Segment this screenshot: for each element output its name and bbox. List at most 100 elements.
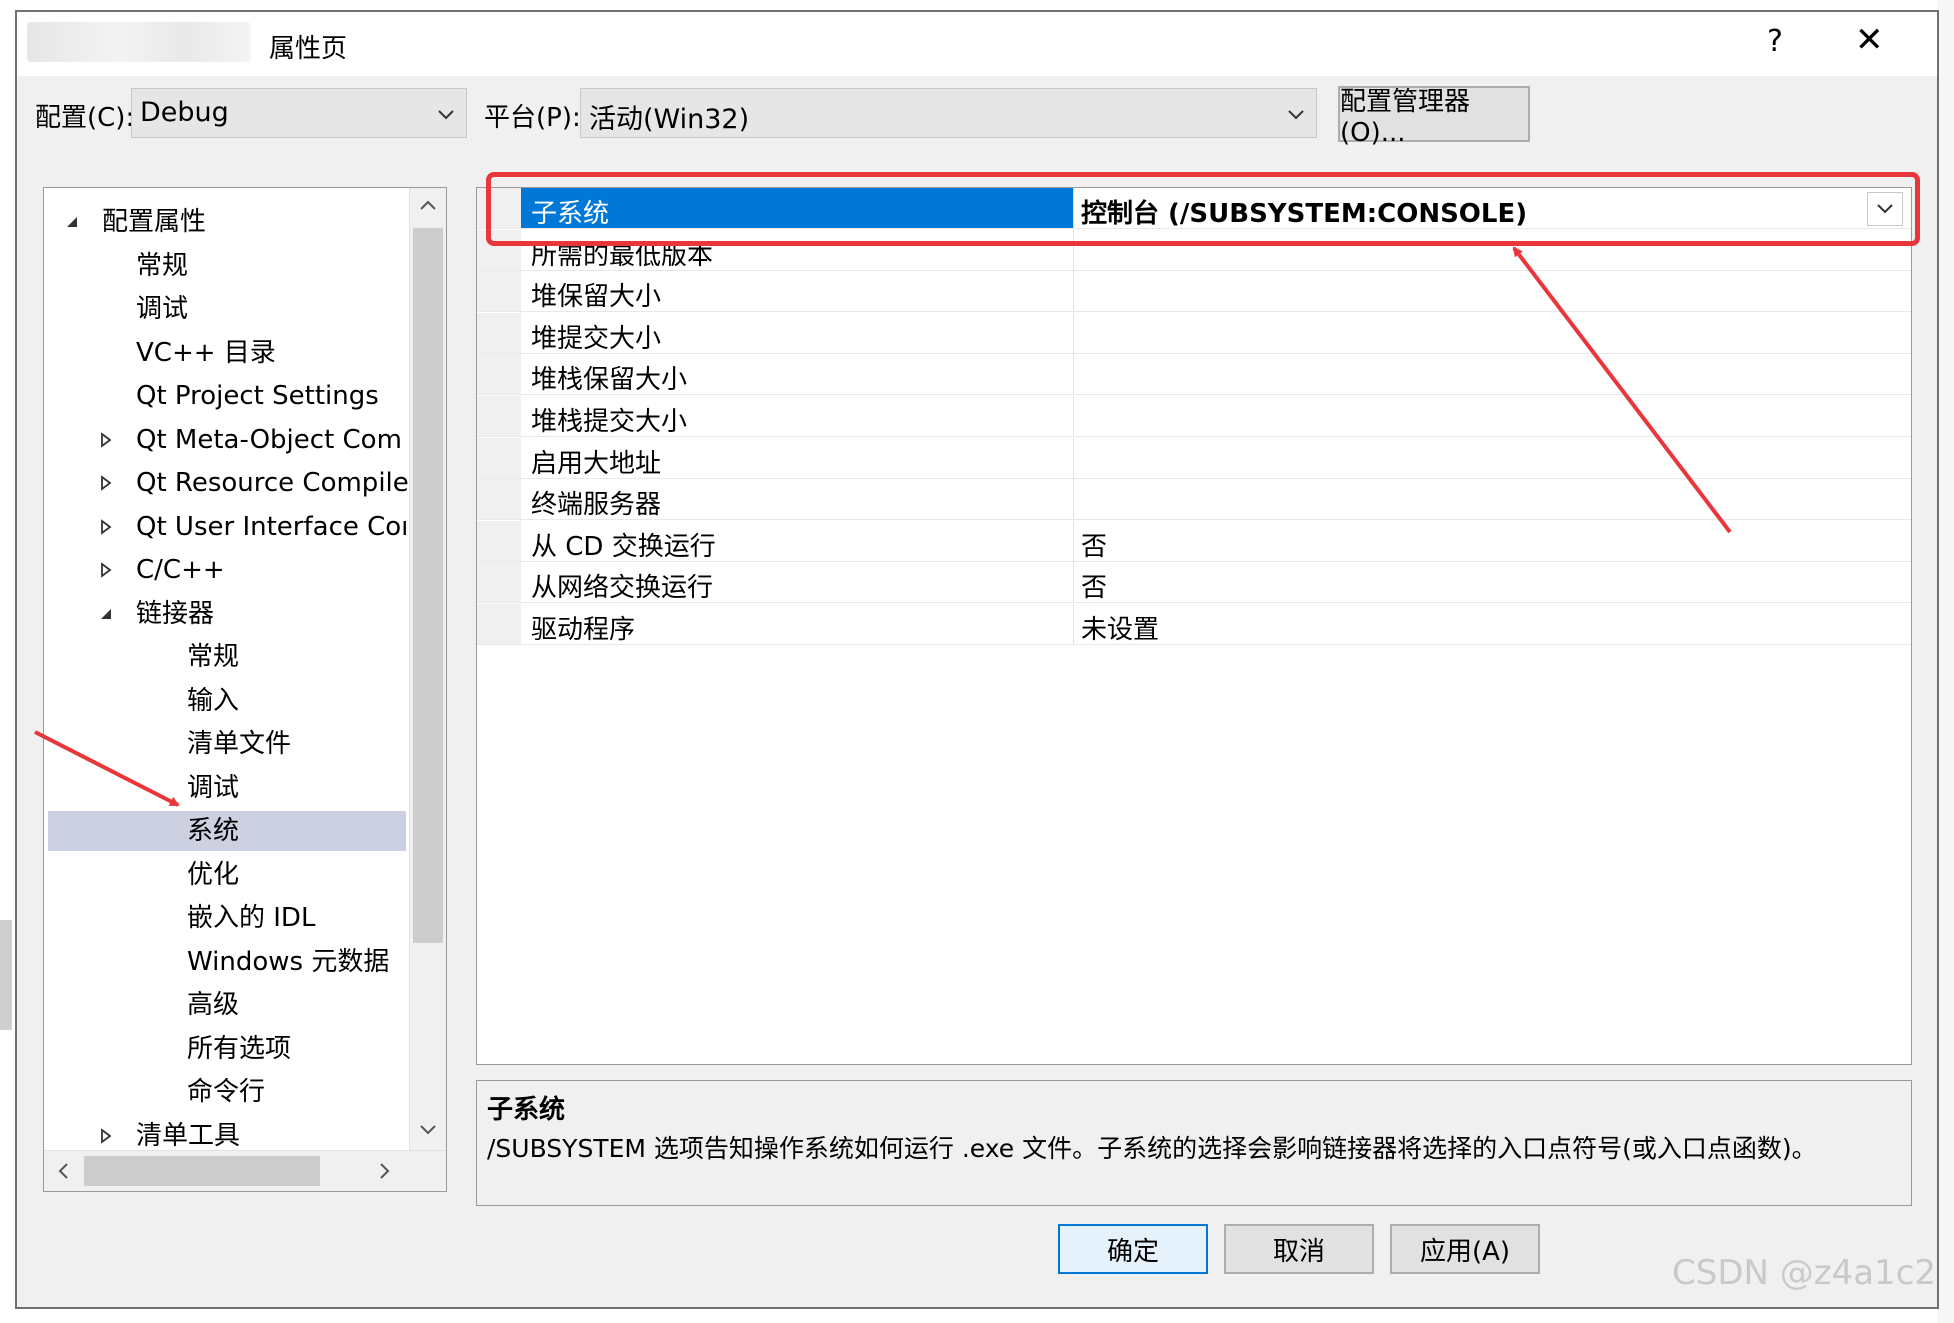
tree-item[interactable]: Windows 元数据 (44, 942, 406, 982)
row-margin (477, 229, 521, 270)
row-margin (477, 562, 521, 603)
config-value: Debug (140, 97, 229, 128)
tree-item[interactable]: Qt Project Settings (44, 376, 406, 416)
collapsed-triangle-icon[interactable] (96, 1126, 116, 1146)
tree-item-label: Windows 元数据 (187, 946, 390, 977)
property-row[interactable]: 从 CD 交换运行 否 (477, 520, 1911, 562)
column-separator (1073, 354, 1074, 395)
tree-item[interactable]: VC++ 目录 (44, 333, 406, 373)
tree-item[interactable]: 系统 (48, 811, 406, 851)
tree-item-label: 常规 (187, 642, 240, 672)
tree-item[interactable]: 嵌入的 IDL (44, 898, 406, 938)
scroll-up-icon[interactable] (418, 196, 438, 216)
config-combo[interactable]: Debug (131, 88, 467, 138)
tree-item[interactable]: Qt Resource Compile (44, 463, 409, 503)
property-row[interactable]: 所需的最低版本 (477, 229, 1911, 271)
property-row[interactable]: 堆栈提交大小 (477, 396, 1911, 437)
tree-item[interactable]: 链接器 (44, 594, 406, 634)
scroll-down-icon[interactable] (418, 1120, 438, 1140)
tree-item[interactable]: 调试 (44, 289, 406, 329)
collapsed-triangle-icon[interactable] (96, 517, 116, 537)
background-window-edge-left (0, 920, 12, 1030)
row-margin (477, 437, 521, 478)
property-row[interactable]: 驱动程序 未设置 (477, 604, 1911, 645)
property-name: 启用大地址 (531, 448, 662, 479)
property-value: 否 (1081, 531, 1108, 562)
row-margin (477, 271, 521, 312)
property-row[interactable]: 堆保留大小 (477, 271, 1911, 313)
tree-item[interactable]: 优化 (44, 855, 406, 895)
scroll-left-icon[interactable] (54, 1161, 74, 1181)
help-button[interactable]: ? (1767, 24, 1783, 59)
column-separator (1073, 229, 1074, 270)
chevron-down-icon (1877, 204, 1893, 214)
tree-vertical-scrollbar[interactable] (409, 188, 446, 1151)
tree-item-label: 嵌入的 IDL (187, 903, 316, 933)
column-separator (1073, 562, 1074, 603)
property-row[interactable]: 堆提交大小 (477, 312, 1911, 354)
tree-item[interactable]: 所有选项 (44, 1029, 406, 1069)
tree-item-label: 调试 (187, 772, 240, 803)
property-row[interactable]: 从网络交换运行 否 (477, 562, 1911, 604)
property-value: 未设置 (1081, 615, 1160, 645)
tree-item-label: Qt Meta-Object Com (136, 424, 402, 455)
tree-item-label: 输入 (187, 685, 240, 716)
property-row[interactable]: 子系统 控制台 (/SUBSYSTEM:CONSOLE) (477, 188, 1911, 229)
scroll-thumb-horizontal[interactable] (84, 1156, 320, 1186)
tree-item[interactable]: 高级 (44, 985, 406, 1025)
platform-combo[interactable]: 活动(Win32) (580, 88, 1317, 138)
platform-value: 活动(Win32) (589, 104, 750, 135)
property-name: 子系统 (531, 199, 610, 229)
tree-item-label: 常规 (136, 250, 189, 281)
row-margin (477, 479, 521, 520)
property-row[interactable]: 终端服务器 (477, 479, 1911, 521)
property-pages-dialog: 属性页 ? ✕ 配置(C): Debug 平台(P): 活动(Win32) 配置… (15, 10, 1939, 1309)
description-title: 子系统 (487, 1095, 566, 1125)
blurred-project-name (27, 22, 251, 62)
tree-item[interactable]: C/C++ (44, 550, 406, 590)
row-margin (477, 354, 521, 395)
tree-item[interactable]: 常规 (44, 246, 406, 286)
tree-item[interactable]: 输入 (44, 681, 406, 721)
close-button[interactable]: ✕ (1855, 20, 1884, 60)
config-manager-button[interactable]: 配置管理器(O)... (1338, 86, 1530, 148)
tree-item[interactable]: 配置属性 (44, 202, 406, 242)
scroll-right-icon[interactable] (374, 1161, 394, 1181)
tree-item-label: 调试 (136, 294, 189, 324)
tree-item-label: Qt Project Settings (136, 381, 379, 411)
tree-item[interactable]: 清单文件 (44, 724, 406, 764)
tree-item-label: Qt Resource Compile (136, 468, 409, 498)
column-separator (1073, 437, 1074, 478)
title-bar: 属性页 ? ✕ (17, 12, 1937, 76)
property-grid[interactable]: 子系统 控制台 (/SUBSYSTEM:CONSOLE) 所需的最低版本 堆保留大小堆… (476, 187, 1912, 1065)
ok-button[interactable]: 确定 (1058, 1224, 1208, 1274)
tree-item[interactable]: 命令行 (44, 1072, 406, 1112)
property-row[interactable]: 堆栈保留大小 (477, 354, 1911, 396)
property-tree[interactable]: 配置属性 常规 调试 VC++ 目录 Qt Project Settings Qt Met… (43, 187, 447, 1192)
expanded-triangle-icon[interactable] (96, 604, 116, 624)
tree-item[interactable]: 常规 (44, 637, 406, 677)
tree-item-label: C/C++ (136, 555, 225, 585)
property-value[interactable]: 控制台 (/SUBSYSTEM:CONSOLE) (1081, 193, 1527, 230)
scroll-thumb[interactable] (413, 228, 443, 943)
column-separator (1073, 520, 1074, 561)
tree-item-label: 系统 (187, 816, 240, 846)
apply-button[interactable]: 应用(A) (1390, 1224, 1540, 1274)
tree-horizontal-scrollbar[interactable] (44, 1150, 446, 1191)
tree-item[interactable]: Qt User Interface Coı (44, 507, 408, 547)
tree-item-label: 配置属性 (102, 207, 207, 237)
background-window-edge (1937, 0, 1954, 1323)
row-margin (477, 396, 521, 436)
row-margin (477, 312, 521, 353)
collapsed-triangle-icon[interactable] (96, 560, 116, 580)
property-row[interactable]: 启用大地址 (477, 437, 1911, 479)
value-dropdown-button[interactable] (1867, 192, 1903, 226)
collapsed-triangle-icon[interactable] (96, 473, 116, 493)
expanded-triangle-icon[interactable] (62, 212, 82, 232)
cancel-button[interactable]: 取消 (1224, 1224, 1374, 1274)
dialog-title: 属性页 (269, 34, 348, 64)
row-margin (477, 520, 521, 561)
collapsed-triangle-icon[interactable] (96, 430, 116, 450)
tree-item[interactable]: 调试 (44, 768, 406, 808)
tree-item[interactable]: Qt Meta-Object Com (44, 420, 406, 460)
